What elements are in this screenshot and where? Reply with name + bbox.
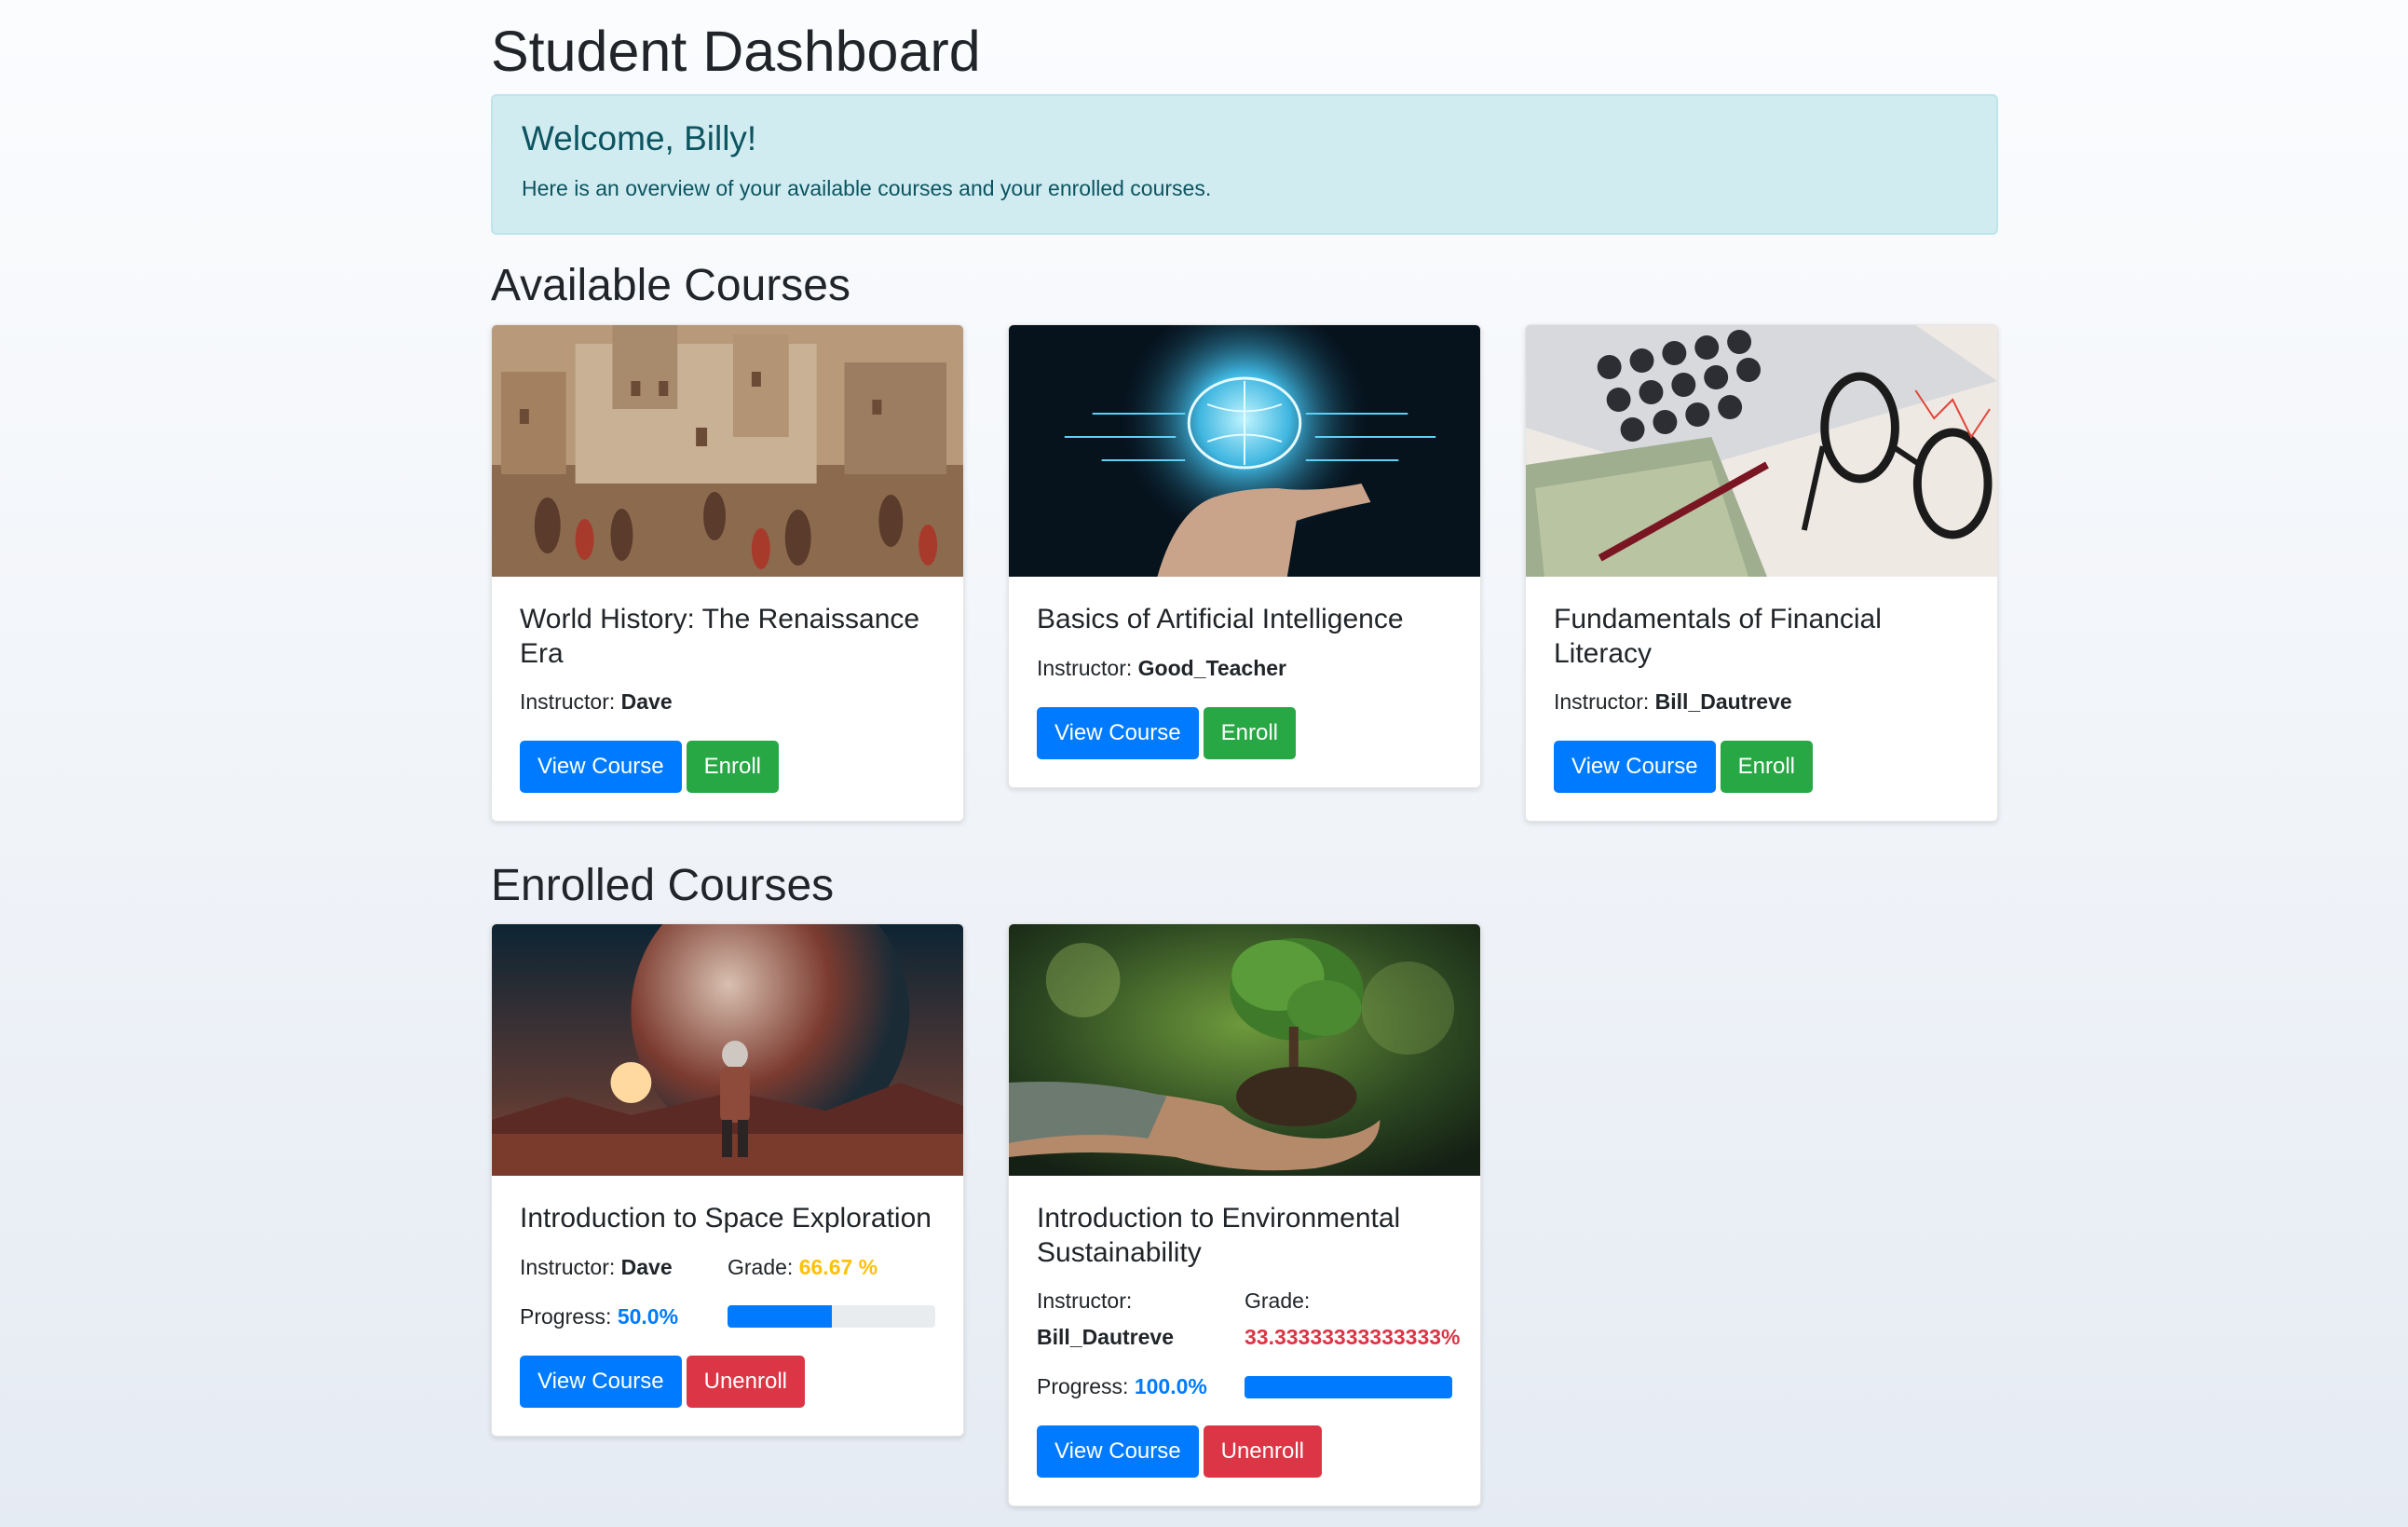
instructor-name: Dave <box>620 1254 673 1279</box>
course-instructor: Instructor: Dave <box>520 1255 728 1280</box>
welcome-text: Here is an overview of your available co… <box>522 176 1212 201</box>
course-title: Introduction to Environmental Sustainabi… <box>1037 1203 1401 1268</box>
welcome-heading: Welcome, Billy! <box>522 119 757 157</box>
unenroll-button[interactable]: Unenroll <box>686 1355 806 1408</box>
grade-value: 66.67 % <box>798 1254 878 1279</box>
course-title: Introduction to Space Exploration <box>520 1203 932 1234</box>
course-grade: Grade: 66.67 % <box>728 1255 935 1280</box>
instructor-name: Good_Teacher <box>1137 655 1286 680</box>
view-course-button[interactable]: View Course <box>1037 1425 1199 1479</box>
enrolled-courses-title: Enrolled Courses <box>491 861 835 910</box>
course-image <box>492 924 963 1176</box>
progress-label: Progress: <box>520 1303 612 1329</box>
instructor-label: Instructor: <box>520 689 616 715</box>
progress-value: 50.0% <box>617 1303 679 1329</box>
progress-bar-fill <box>1245 1375 1452 1398</box>
instructor-label: Instructor: <box>1554 689 1650 715</box>
enroll-button[interactable]: Enroll <box>686 741 779 794</box>
instructor-label: Instructor: <box>1037 655 1133 680</box>
course-grade: Grade: 33.33333333333333% <box>1245 1288 1461 1350</box>
progress-label: Progress: <box>1037 1374 1129 1399</box>
enroll-button[interactable]: Enroll <box>1720 741 1813 794</box>
instructor-label: Instructor: <box>520 1254 616 1279</box>
progress-bar <box>1245 1375 1452 1398</box>
view-course-button[interactable]: View Course <box>520 741 682 794</box>
course-image <box>1009 325 1480 577</box>
welcome-alert: Welcome, Billy! Here is an overview of y… <box>491 94 1998 235</box>
enroll-button[interactable]: Enroll <box>1203 706 1296 759</box>
course-card: Fundamentals of Financial Literacy Instr… <box>1525 324 1998 823</box>
course-instructor: Instructor: Bill_Dautreve <box>1554 689 1969 715</box>
grade-value: 33.33333333333333% <box>1245 1325 1461 1350</box>
course-progress: Progress: 100.0% <box>1037 1374 1245 1399</box>
course-instructor: Instructor: Dave <box>520 689 935 715</box>
course-instructor: Instructor: Bill_Dautreve <box>1037 1288 1245 1350</box>
course-image <box>1526 325 1997 577</box>
course-image <box>492 325 963 577</box>
course-card: Introduction to Environmental Sustainabi… <box>1008 923 1481 1507</box>
course-title: Basics of Artificial Intelligence <box>1037 604 1404 634</box>
page-title: Student Dashboard <box>491 20 981 83</box>
instructor-name: Bill_Dautreve <box>1037 1325 1175 1350</box>
course-title: World History: The Renaissance Era <box>520 604 920 669</box>
available-courses-title: Available Courses <box>491 261 850 310</box>
progress-value: 100.0% <box>1134 1374 1207 1399</box>
view-course-button[interactable]: View Course <box>1554 741 1716 794</box>
course-image <box>1009 924 1480 1176</box>
instructor-label: Instructor: <box>1037 1288 1133 1314</box>
course-card: World History: The Renaissance Era Instr… <box>491 324 964 823</box>
unenroll-button[interactable]: Unenroll <box>1203 1425 1323 1479</box>
progress-bar-fill <box>728 1305 832 1329</box>
grade-label: Grade: <box>1245 1288 1311 1314</box>
course-card: Basics of Artificial Intelligence Instru… <box>1008 324 1481 788</box>
instructor-name: Bill_Dautreve <box>1654 689 1792 715</box>
course-instructor: Instructor: Good_Teacher <box>1037 656 1452 681</box>
view-course-button[interactable]: View Course <box>520 1355 682 1408</box>
progress-bar <box>728 1305 935 1329</box>
course-title: Fundamentals of Financial Literacy <box>1554 604 1882 669</box>
view-course-button[interactable]: View Course <box>1037 706 1199 759</box>
course-card: Introduction to Space Exploration Instru… <box>491 923 964 1437</box>
instructor-name: Dave <box>620 689 673 715</box>
course-progress: Progress: 50.0% <box>520 1304 728 1329</box>
grade-label: Grade: <box>728 1254 794 1279</box>
